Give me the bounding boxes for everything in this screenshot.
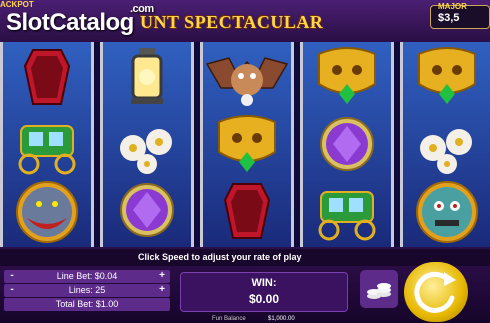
win-display: WIN: $0.00 [180,272,348,312]
werewolf-icon [16,181,78,243]
line-bet-control: - Line Bet: $0.04 + [4,270,170,283]
gold-mask-icon [318,47,376,104]
purple-gem-icon [320,117,374,171]
gold-mask-icon [418,47,476,104]
lantern-icon [131,48,163,104]
total-bet-label: Total Bet: $1.00 [55,299,119,309]
major-jackpot-value: $3,5 [438,12,460,24]
bat-icon [205,57,289,106]
lines-increase-button[interactable]: + [156,284,168,297]
line-bet-increase-button[interactable]: + [156,270,168,283]
carriage-icon [318,191,376,241]
flowers-icon [120,129,172,174]
coin-stack-button[interactable] [360,270,398,308]
lines-control: - Lines: 25 + [4,284,170,297]
reel-2 [100,42,194,247]
major-jackpot-label: MAJOR [438,2,467,11]
balance-value: $1,000.00 [268,316,295,322]
reel-5 [400,42,490,247]
lines-label: Lines: 25 [68,285,106,295]
brand-logo: SlotCatalog .com [6,3,154,37]
coffin-icon [23,49,71,105]
gold-mask-icon [218,115,276,172]
coins-icon [367,283,391,299]
spin-arrow-icon [414,271,456,313]
game-title: UNT SPECTACULAR [140,12,324,32]
help-text: Click Speed to adjust your rate of play [138,252,302,262]
line-bet-label: Line Bet: $0.04 [56,271,118,281]
win-label: WIN: [251,277,277,289]
reel-3 [200,42,294,247]
jackpot-label: ACKPOT [0,0,34,9]
win-value: $0.00 [248,292,280,306]
brand-name: SlotCatalog [6,9,134,36]
reels-area [0,42,490,247]
spin-button[interactable] [404,262,468,322]
reel-4 [300,42,394,247]
slot-game-window: ACKPOT SlotCatalog .com UNT SPECTACULAR … [0,0,490,323]
balance-label: Fun Balance [212,316,246,322]
total-bet-display: Total Bet: $1.00 [4,298,170,311]
coffin-icon [223,183,271,239]
carriage-icon [18,125,76,175]
zombie-icon [416,181,478,243]
purple-gem-icon [120,183,174,237]
flowers-icon [420,129,472,174]
reel-1 [0,42,94,247]
